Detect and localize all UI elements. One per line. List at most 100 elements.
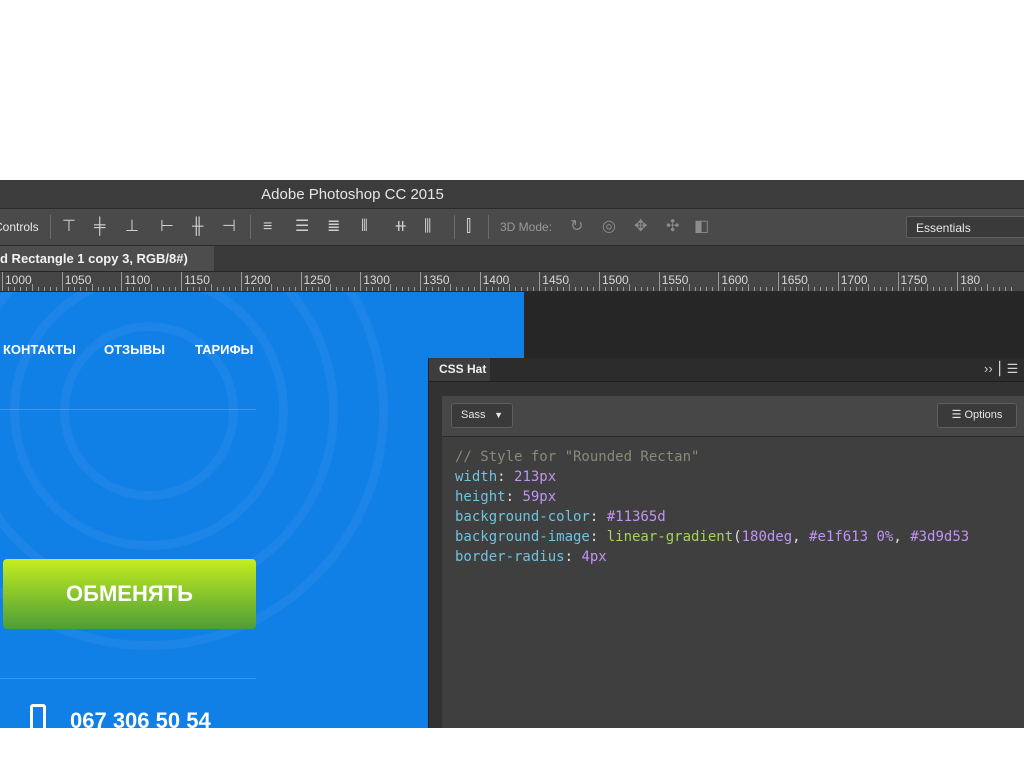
align-right-icon[interactable]: ⊣ <box>222 219 236 235</box>
ruler-minor-tick <box>784 287 786 291</box>
divider <box>488 215 489 239</box>
ruler-minor-tick <box>384 287 386 291</box>
syntax-select[interactable]: Sass ▼ <box>451 403 513 428</box>
panel-header: CSS Hat ›› ⎮ ☰ <box>429 358 1024 382</box>
ruler-minor-tick <box>288 287 290 291</box>
ruler-minor-tick <box>210 284 212 291</box>
3d-drag-icon[interactable]: ✥ <box>634 219 647 235</box>
ruler-minor-tick <box>234 287 236 291</box>
align-bottom-icon[interactable]: ⊥ <box>125 219 139 235</box>
align-left-icon[interactable]: ⊢ <box>160 219 174 235</box>
ruler-minor-tick <box>85 287 87 291</box>
distribute-right-icon[interactable]: ⫼ <box>424 219 431 235</box>
ruler-major-tick <box>957 272 959 291</box>
ruler-label: 1200 <box>243 273 271 287</box>
css-hat-panel: CSS Hat ›› ⎮ ☰ Sass ▼ ☰ Options // Style… <box>428 358 1024 728</box>
ruler-minor-tick <box>187 287 189 291</box>
ruler-minor-tick <box>443 287 445 291</box>
distribute-left-icon[interactable]: ⫴ <box>361 219 368 235</box>
ruler-minor-tick <box>975 287 977 291</box>
divider <box>250 215 251 239</box>
ruler-label: 1700 <box>840 273 868 287</box>
panel-tab[interactable]: CSS Hat <box>429 358 490 381</box>
ruler-minor-tick <box>55 287 57 291</box>
divider <box>454 215 455 239</box>
ruler-minor-tick <box>963 287 965 291</box>
phone-number[interactable]: 067 306 50 54 <box>70 708 211 728</box>
divider <box>50 215 51 239</box>
ruler-minor-tick <box>425 287 427 291</box>
ruler-label: 1050 <box>64 273 92 287</box>
ruler-minor-tick <box>772 287 774 291</box>
distribute-horizontal-center-icon[interactable]: ⧺ <box>394 219 407 235</box>
ruler-minor-tick <box>652 287 654 291</box>
3d-camera-icon[interactable]: ◧ <box>694 219 709 235</box>
3d-rotate-icon[interactable]: ↻ <box>570 219 583 235</box>
horizontal-ruler: 1000 1050 1100 1150 1200 1250 1300 1350 1400 1450… <box>0 272 1024 292</box>
ruler-minor-tick <box>712 287 714 291</box>
ruler-label: 1550 <box>661 273 689 287</box>
3d-slide-icon[interactable]: ✣ <box>666 219 679 235</box>
code-line-width: width: 213px <box>455 469 557 485</box>
ruler-major-tick <box>479 272 481 291</box>
code-line-height: height: 59px <box>455 489 557 505</box>
ruler-minor-tick <box>509 284 511 291</box>
ruler-minor-tick <box>133 287 135 291</box>
ruler-minor-tick <box>849 287 851 291</box>
ruler-major-tick <box>658 272 660 291</box>
ruler-minor-tick <box>557 287 559 291</box>
ruler-minor-tick <box>246 287 248 291</box>
ruler-minor-tick <box>455 287 457 291</box>
ruler-label: 1300 <box>363 273 390 287</box>
code-line-border-radius: border-radius: 4px <box>455 549 607 565</box>
ruler-minor-tick <box>43 287 45 291</box>
align-vertical-center-icon[interactable]: ╪ <box>94 219 105 235</box>
ruler-minor-tick <box>569 284 571 291</box>
css-code-view[interactable]: // Style for "Rounded Rectan" width: 213… <box>442 436 1024 728</box>
distribute-top-icon[interactable]: ≡ <box>263 219 272 235</box>
ruler-minor-tick <box>610 287 612 291</box>
syntax-select-label: Sass <box>461 409 486 421</box>
ruler-minor-tick <box>324 287 326 291</box>
collapse-panel-icon[interactable]: ›› ⎮ ☰ <box>984 361 1018 377</box>
workspace-select[interactable]: Essentials <box>906 216 1024 238</box>
ruler-minor-tick <box>563 287 565 291</box>
3d-roll-icon[interactable]: ◎ <box>602 219 616 235</box>
align-top-icon[interactable]: ⊤ <box>62 219 76 235</box>
document-tab-bar: d Rectangle 1 copy 3, RGB/8#) <box>0 246 1024 271</box>
align-horizontal-center-icon[interactable]: ╫ <box>192 219 203 235</box>
ruler-minor-tick <box>885 287 887 291</box>
controls-label: Controls <box>0 220 39 234</box>
ruler-minor-tick <box>593 287 595 291</box>
chevron-down-icon: ▼ <box>494 410 503 420</box>
ruler-minor-tick <box>157 287 159 291</box>
ruler-minor-tick <box>19 287 21 291</box>
options-button[interactable]: ☰ Options <box>937 403 1017 428</box>
nav-link-reviews[interactable]: ОТЗЫВЫ <box>104 342 165 357</box>
ruler-label: 1150 <box>184 273 210 287</box>
ruler-minor-tick <box>37 287 39 291</box>
ruler-major-tick <box>539 272 541 291</box>
ruler-label: 1250 <box>303 273 331 287</box>
document-tab[interactable]: d Rectangle 1 copy 3, RGB/8#) <box>0 246 214 271</box>
ruler-minor-tick <box>258 287 260 291</box>
ruler-minor-tick <box>604 287 606 291</box>
ruler-minor-tick <box>521 287 523 291</box>
ruler-minor-tick <box>13 287 15 291</box>
ruler-minor-tick <box>748 284 750 291</box>
nav-link-tariffs[interactable]: ТАРИФЫ <box>195 342 253 357</box>
ruler-minor-tick <box>497 287 499 291</box>
ruler-minor-tick <box>67 287 69 291</box>
nav-link-contacts[interactable]: КОНТАКТЫ <box>3 342 76 357</box>
ruler-minor-tick <box>515 287 517 291</box>
ruler-minor-tick <box>282 287 284 291</box>
distribute-vertical-center-icon[interactable]: ☰ <box>295 219 309 235</box>
ruler-minor-tick <box>951 287 953 291</box>
distribute-bottom-icon[interactable]: ≣ <box>327 219 340 235</box>
ruler-minor-tick <box>413 287 415 291</box>
options-label: Options <box>964 409 1003 421</box>
ruler-minor-tick <box>216 287 218 291</box>
ruler-minor-tick <box>91 284 93 291</box>
auto-align-icon[interactable]: ⫿ <box>466 219 471 235</box>
exchange-button[interactable]: ОБМЕНЯТЬ <box>3 559 256 629</box>
